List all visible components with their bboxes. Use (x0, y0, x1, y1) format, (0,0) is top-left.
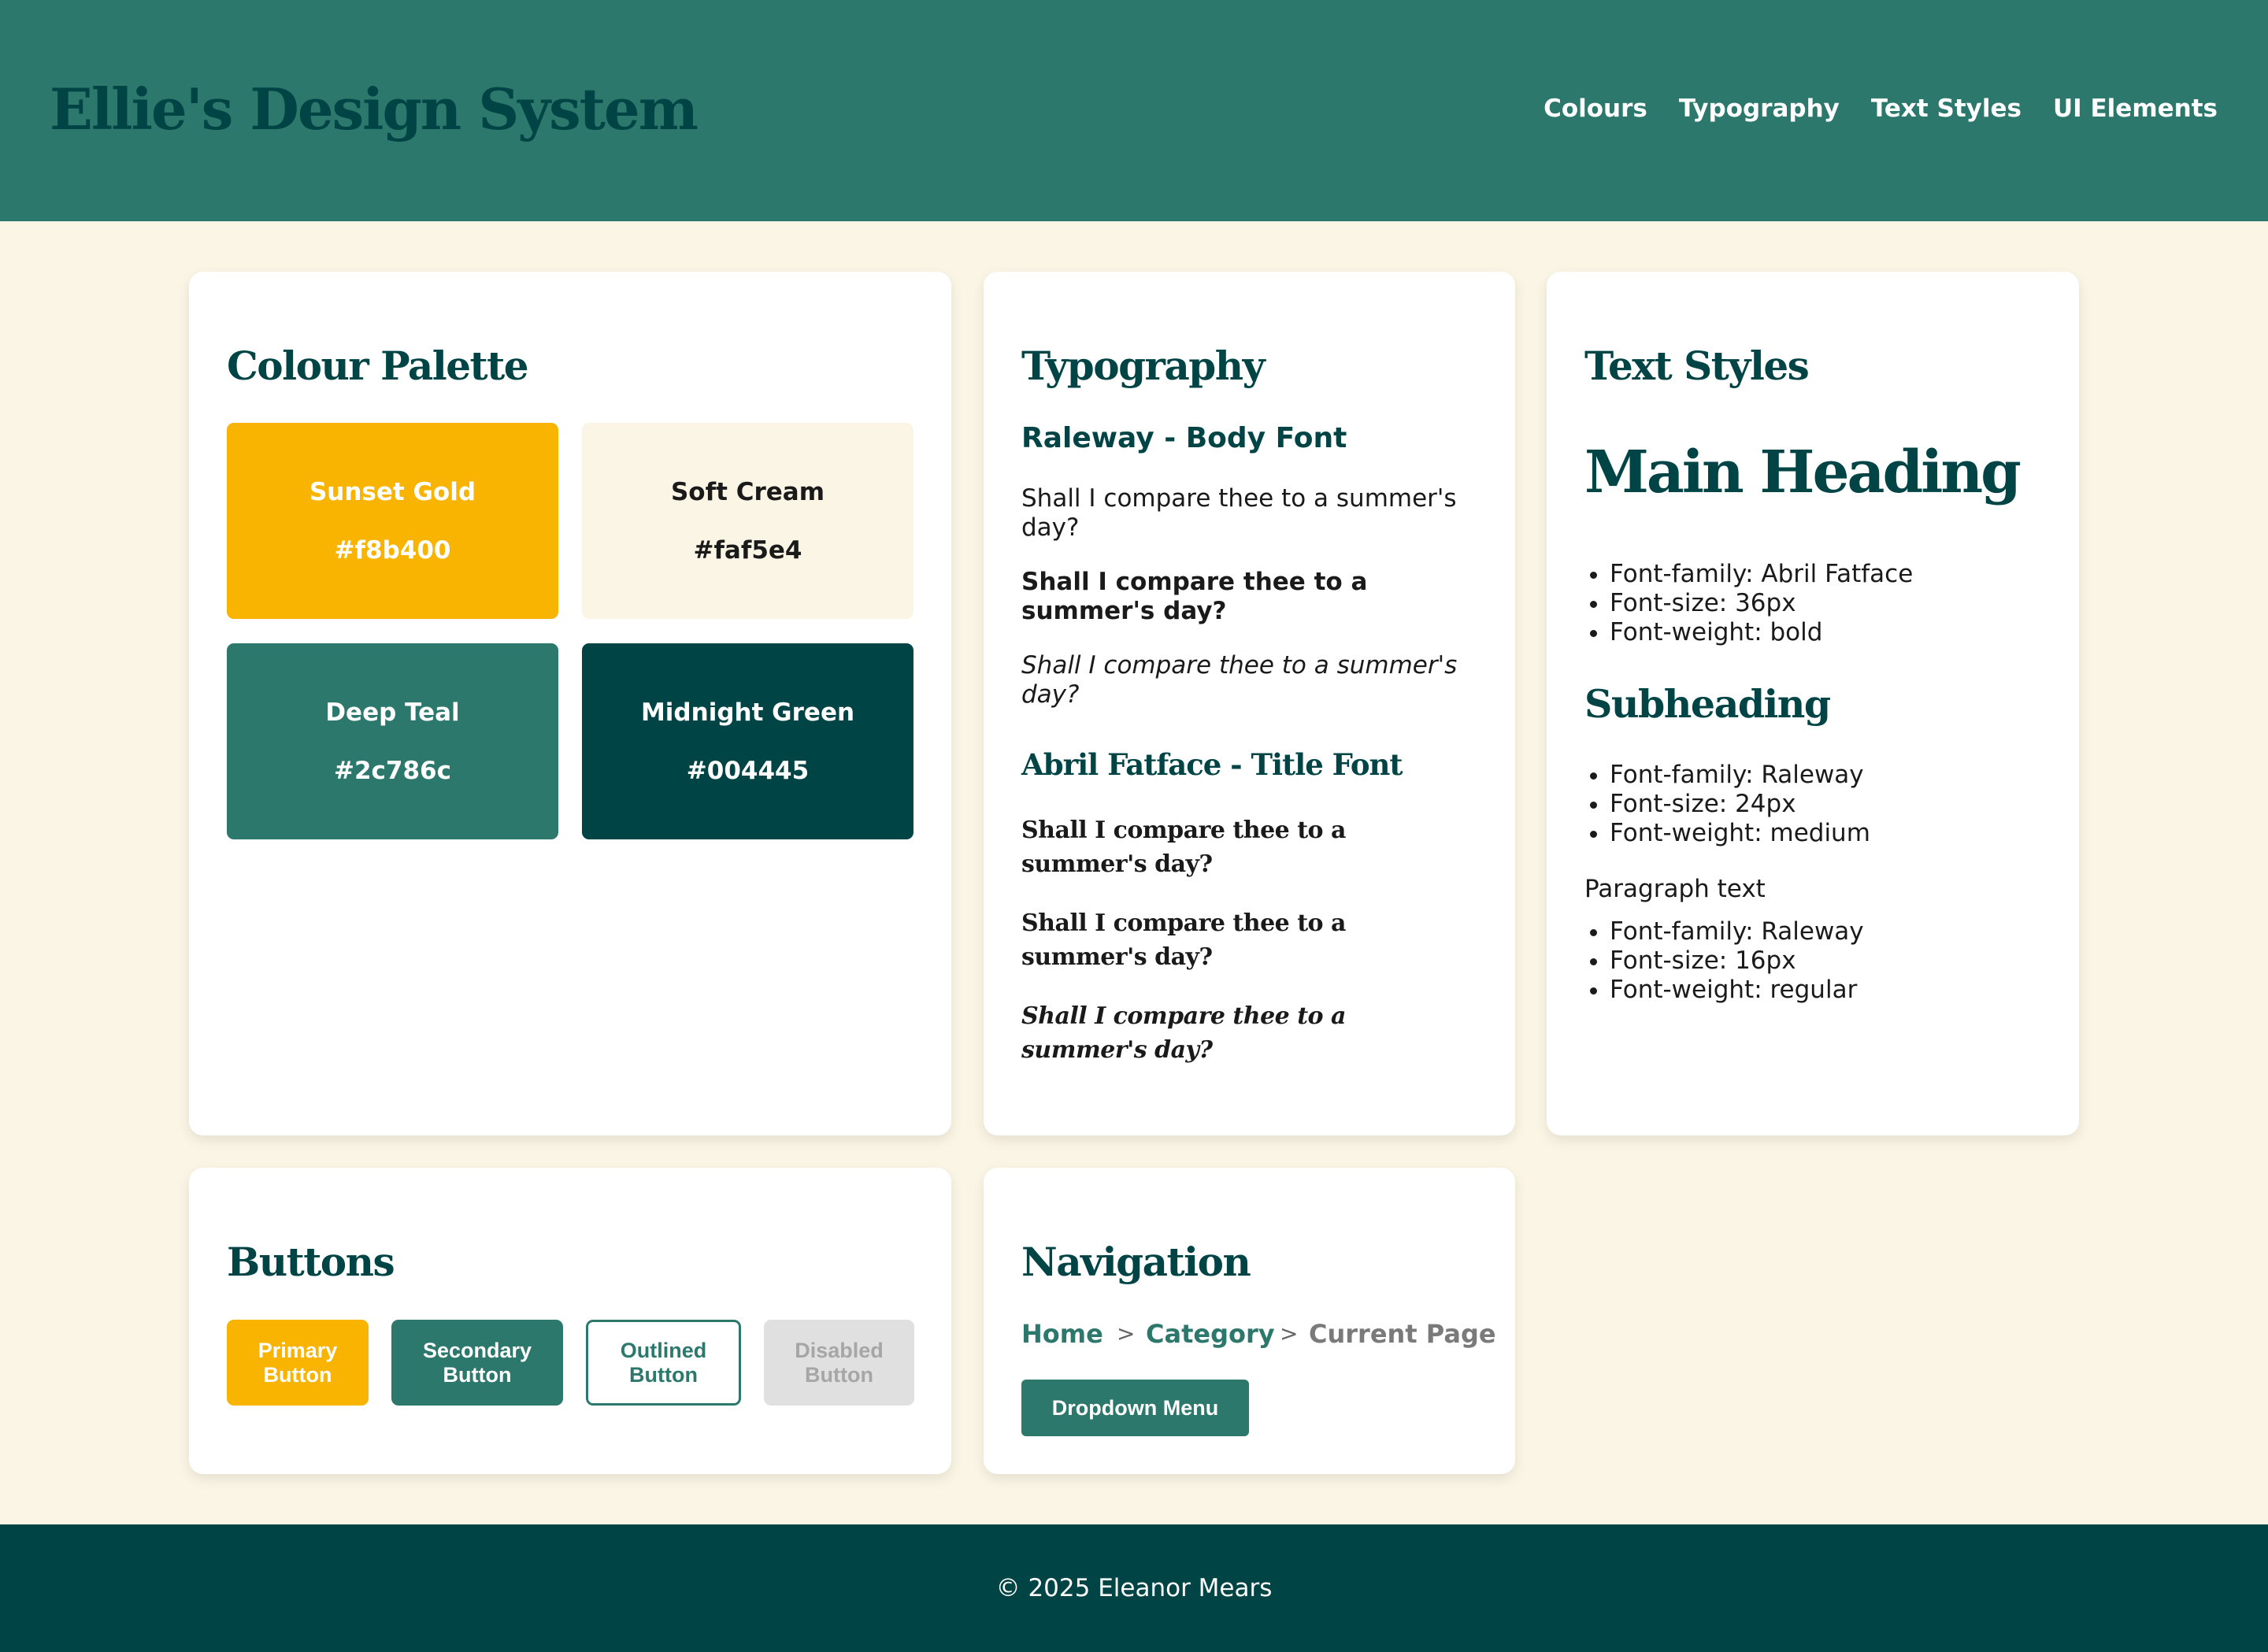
subheading-sample: Subheading (1584, 681, 1831, 727)
navigation-title: Navigation (1021, 1239, 1251, 1285)
body-sample-italic: Shall I compare thee to a summer's day? (1021, 651, 1458, 709)
swatch-name: Sunset Gold (309, 477, 476, 506)
site-footer: © 2025 Eleanor Mears (0, 1524, 2268, 1652)
breadcrumb-home[interactable]: Home (1021, 1319, 1103, 1349)
outlined-button[interactable]: Outlined Button (586, 1320, 741, 1406)
spec-item: Font-family: Raleway (1610, 761, 1870, 790)
swatch-hex: #faf5e4 (693, 535, 802, 565)
swatch-hex: #f8b400 (334, 535, 451, 565)
site-title: Ellie's Design System (50, 76, 699, 143)
swatch-hex: #004445 (686, 756, 810, 785)
body-sample-regular: Shall I compare thee to a summer's day? (1021, 484, 1457, 542)
breadcrumb-separator: > (1117, 1320, 1136, 1346)
subheading-spec-list: Font-family: Raleway Font-size: 24px Fon… (1547, 761, 1870, 848)
swatch-name: Deep Teal (325, 698, 460, 727)
spec-item: Font-weight: medium (1610, 819, 1870, 848)
primary-button[interactable]: Primary Button (227, 1320, 369, 1406)
colour-palette-card: Colour Palette Sunset Gold #f8b400 Soft … (189, 272, 951, 1135)
colour-palette-title: Colour Palette (227, 343, 529, 389)
spec-item: Font-size: 36px (1610, 589, 1913, 618)
buttons-title: Buttons (227, 1239, 395, 1285)
swatch-name: Soft Cream (670, 477, 825, 506)
main-nav: Colours Typography Text Styles UI Elemen… (1544, 94, 2218, 123)
title-sample-regular: Shall I compare thee to a summer's day? (1021, 817, 1346, 878)
paragraph-spec-list: Font-family: Raleway Font-size: 16px Fon… (1547, 917, 1864, 1005)
paragraph-sample: Paragraph text (1584, 875, 1766, 903)
title-font-label: Abril Fatface - Title Font (1021, 747, 1403, 782)
main-heading-sample: Main Heading (1584, 439, 2022, 506)
body-sample-bold: Shall I compare thee to a summer's day? (1021, 568, 1368, 625)
nav-link-text-styles[interactable]: Text Styles (1871, 94, 2022, 123)
dropdown-menu-button[interactable]: Dropdown Menu (1021, 1380, 1249, 1436)
breadcrumb-category[interactable]: Category (1146, 1319, 1275, 1349)
secondary-button[interactable]: Secondary Button (391, 1320, 563, 1406)
title-sample-italic: Shall I compare thee to a summer's day? (1021, 1002, 1346, 1064)
spec-item: Font-family: Raleway (1610, 917, 1864, 946)
text-styles-card: Text Styles Main Heading Font-family: Ab… (1547, 272, 2079, 1135)
breadcrumb-separator: > (1280, 1320, 1299, 1346)
main-heading-spec-list: Font-family: Abril Fatface Font-size: 36… (1547, 560, 1913, 647)
site-header: Ellie's Design System Colours Typography… (0, 0, 2268, 221)
spec-item: Font-weight: bold (1610, 618, 1913, 647)
nav-link-ui-elements[interactable]: UI Elements (2053, 94, 2218, 123)
typography-title: Typography (1021, 343, 1266, 389)
body-font-label: Raleway - Body Font (1021, 422, 1347, 454)
spec-item: Font-family: Abril Fatface (1610, 560, 1913, 589)
swatch-midnight-green: Midnight Green #004445 (582, 643, 914, 839)
spec-item: Font-weight: regular (1610, 976, 1864, 1005)
nav-link-colours[interactable]: Colours (1544, 94, 1647, 123)
spec-item: Font-size: 24px (1610, 790, 1870, 819)
swatch-deep-teal: Deep Teal #2c786c (227, 643, 558, 839)
swatch-sunset-gold: Sunset Gold #f8b400 (227, 423, 558, 619)
nav-link-typography[interactable]: Typography (1679, 94, 1840, 123)
typography-card: Typography Raleway - Body Font Shall I c… (984, 272, 1515, 1135)
disabled-button: Disabled Button (764, 1320, 914, 1406)
title-sample-bold: Shall I compare thee to a summer's day? (1021, 909, 1346, 971)
footer-copyright: © 2025 Eleanor Mears (995, 1574, 1273, 1602)
spec-item: Font-size: 16px (1610, 946, 1864, 976)
swatch-hex: #2c786c (333, 756, 451, 785)
text-styles-title: Text Styles (1584, 343, 1810, 389)
swatch-soft-cream: Soft Cream #faf5e4 (582, 423, 914, 619)
breadcrumb-current-page: Current Page (1309, 1319, 1496, 1349)
swatch-name: Midnight Green (640, 698, 855, 727)
buttons-card: Buttons Primary Button Secondary Button … (189, 1168, 951, 1474)
